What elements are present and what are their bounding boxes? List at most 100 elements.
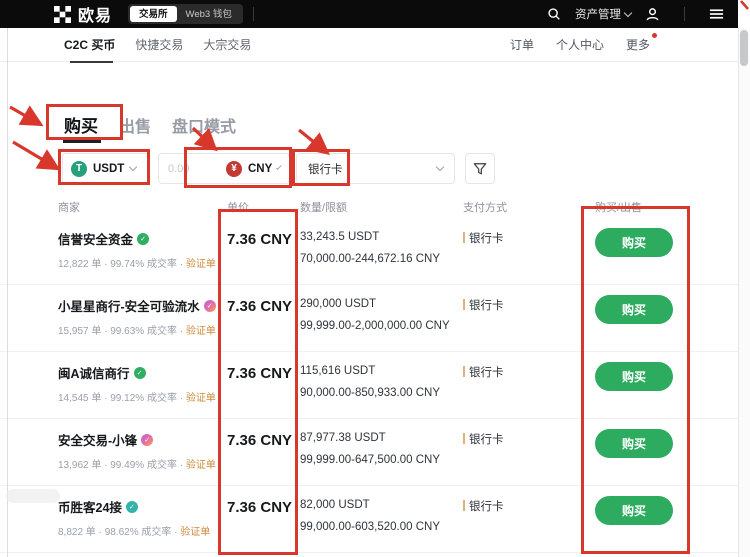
product-toggle: 交易所 Web3 钱包 <box>128 4 243 24</box>
merchant-badge-icon: ✓ <box>134 367 146 379</box>
brand-name: 欧易 <box>78 2 112 26</box>
amount-input[interactable] <box>168 163 220 175</box>
scrollbar-thumb[interactable] <box>740 30 748 66</box>
buy-button[interactable]: 购买 <box>595 429 673 458</box>
col-merchant: 商家 <box>58 199 227 215</box>
merchant-badge-icon: ✓ <box>137 233 149 245</box>
payment-color-bar <box>463 366 465 377</box>
scrollbar-track[interactable] <box>738 0 750 557</box>
merchant-badge-icon: ✓ <box>204 300 216 312</box>
watermark-blob <box>6 489 60 503</box>
chevron-down-icon <box>436 163 444 171</box>
merchant-label: 币胜客24接 <box>58 497 122 516</box>
nav-orders[interactable]: 订单 <box>510 36 534 53</box>
payment-method: 银行卡 <box>463 419 562 485</box>
table-header: 商家 单价 数量/限额 支付方式 购买/出售 <box>0 199 738 215</box>
user-icon[interactable] <box>645 7 660 22</box>
merchant-name[interactable]: 小星星商行-安全可验流水 ✓ <box>58 296 227 315</box>
chevron-down-icon <box>276 164 281 169</box>
table-row: 小星星商行-安全可验流水 ✓ 15,957 单 · 99.63% 成交率 · 验… <box>0 285 738 352</box>
cny-icon: ¥ <box>226 161 242 177</box>
merchant-stats: 13,962 单 · 99.49% 成交率 · 验证单 <box>58 456 227 471</box>
merchant-name[interactable]: 币胜客24接 ✓ <box>58 497 227 516</box>
unit-price: 7.36 CNY <box>227 352 300 418</box>
verified-tag: 验证单 <box>186 259 216 270</box>
usdt-icon: T <box>71 161 87 177</box>
active-tab-underline <box>63 139 101 143</box>
toggle-web3-wallet[interactable]: Web3 钱包 <box>177 6 241 22</box>
payment-method: 银行卡 <box>463 218 562 284</box>
asset-management-menu[interactable]: 资产管理 <box>575 6 631 22</box>
amount-limit: 33,243.5 USDT 70,000.00-244,672.16 CNY <box>300 218 463 284</box>
asset-management-label: 资产管理 <box>575 6 621 22</box>
merchant-name[interactable]: 安全交易-小锋 ✓ <box>58 430 227 449</box>
unit-price: 7.36 CNY <box>227 285 300 351</box>
buy-button[interactable]: 购买 <box>595 228 673 257</box>
window-left-edge <box>7 28 8 557</box>
amount-limit: 87,977.38 USDT 99,999.00-647,500.00 CNY <box>300 419 463 485</box>
merchant-badge-icon: ✓ <box>141 434 153 446</box>
tab-buy[interactable]: 购买 <box>64 112 98 137</box>
brand[interactable]: 欧易 <box>54 2 112 26</box>
nav-express-trade[interactable]: 快捷交易 <box>135 36 183 53</box>
table-row: 信誉安全资金 ✓ 12,822 单 · 99.74% 成交率 · 验证单 7.3… <box>0 218 738 285</box>
arrow-to-usdt <box>13 142 55 167</box>
col-price: 单价 <box>227 199 300 215</box>
payment-color-bar <box>463 232 465 243</box>
tab-orderbook-mode[interactable]: 盘口模式 <box>172 113 236 137</box>
scrollbar-gutter-top <box>738 0 750 28</box>
nav-c2c-buy[interactable]: C2C 买币 <box>64 36 115 53</box>
nav-profile[interactable]: 个人中心 <box>556 36 604 53</box>
amount-limit: 115,616 USDT 90,000.00-850,933.00 CNY <box>300 352 463 418</box>
unit-price: 7.36 CNY <box>227 419 300 485</box>
merchant-stats: 15,957 单 · 99.63% 成交率 · 验证单 <box>58 322 227 337</box>
menu-icon[interactable] <box>709 8 724 20</box>
col-payment: 支付方式 <box>463 199 562 215</box>
header-divider <box>684 7 685 21</box>
buy-button[interactable]: 购买 <box>595 362 673 391</box>
merchant-stats: 8,822 单 · 98.62% 成交率 · 验证单 <box>58 523 227 538</box>
merchant-label: 安全交易-小锋 <box>58 430 137 449</box>
crypto-select[interactable]: T USDT <box>62 153 149 184</box>
merchant-name[interactable]: 闽A诚信商行 ✓ <box>58 363 227 382</box>
buy-button[interactable]: 购买 <box>595 496 673 525</box>
payment-color-bar <box>463 299 465 310</box>
verified-tag: 验证单 <box>180 527 210 538</box>
secondary-nav: C2C 买币 快捷交易 大宗交易 订单 个人中心 更多 <box>0 28 738 62</box>
chevron-down-icon <box>624 8 632 16</box>
filter-button[interactable] <box>465 153 495 184</box>
amount-limit: 82,000 USDT 99,000.00-603,520.00 CNY <box>300 486 463 552</box>
funnel-icon <box>473 162 487 176</box>
unit-price: 7.36 CNY <box>227 486 300 552</box>
offer-list: 信誉安全资金 ✓ 12,822 单 · 99.74% 成交率 · 验证单 7.3… <box>0 218 738 553</box>
verified-tag: 验证单 <box>186 460 216 471</box>
chevron-down-icon <box>129 163 137 171</box>
amount-limit: 290,000 USDT 99,999.00-2,000,000.00 CNY <box>300 285 463 351</box>
fiat-select-value[interactable]: CNY <box>248 163 272 175</box>
buy-button[interactable]: 购买 <box>595 295 673 324</box>
amount-fiat-control: ¥ CNY <box>158 153 290 184</box>
col-amount-limit: 数量/限额 <box>300 199 463 215</box>
nav-more-label: 更多 <box>626 38 650 52</box>
payment-color-bar <box>463 433 465 444</box>
table-row: 闽A诚信商行 ✓ 14,545 单 · 99.12% 成交率 · 验证单 7.3… <box>0 352 738 419</box>
search-icon[interactable] <box>547 7 561 21</box>
crypto-select-value: USDT <box>93 163 124 175</box>
unit-price: 7.36 CNY <box>227 218 300 284</box>
toggle-exchange[interactable]: 交易所 <box>130 6 177 22</box>
payment-method: 银行卡 <box>463 352 562 418</box>
table-row: 币胜客24接 ✓ 8,822 单 · 98.62% 成交率 · 验证单 7.36… <box>0 486 738 553</box>
arrow-to-buy-tab <box>10 107 38 123</box>
payment-method: 银行卡 <box>463 486 562 552</box>
payment-method-select[interactable]: 银行卡 <box>296 153 455 184</box>
top-header: 欧易 交易所 Web3 钱包 资产管理 <box>0 0 738 28</box>
tab-sell[interactable]: 出售 <box>119 113 151 137</box>
merchant-label: 闽A诚信商行 <box>58 363 130 382</box>
okx-c2c-page: 欧易 交易所 Web3 钱包 资产管理 <box>0 0 750 557</box>
merchant-stats: 14,545 单 · 99.12% 成交率 · 验证单 <box>58 389 227 404</box>
col-buy-sell: 购买/出售 <box>562 199 738 215</box>
merchant-label: 信誉安全资金 <box>58 229 133 248</box>
merchant-name[interactable]: 信誉安全资金 ✓ <box>58 229 227 248</box>
nav-block-trade[interactable]: 大宗交易 <box>203 36 251 53</box>
nav-more[interactable]: 更多 <box>626 36 650 53</box>
